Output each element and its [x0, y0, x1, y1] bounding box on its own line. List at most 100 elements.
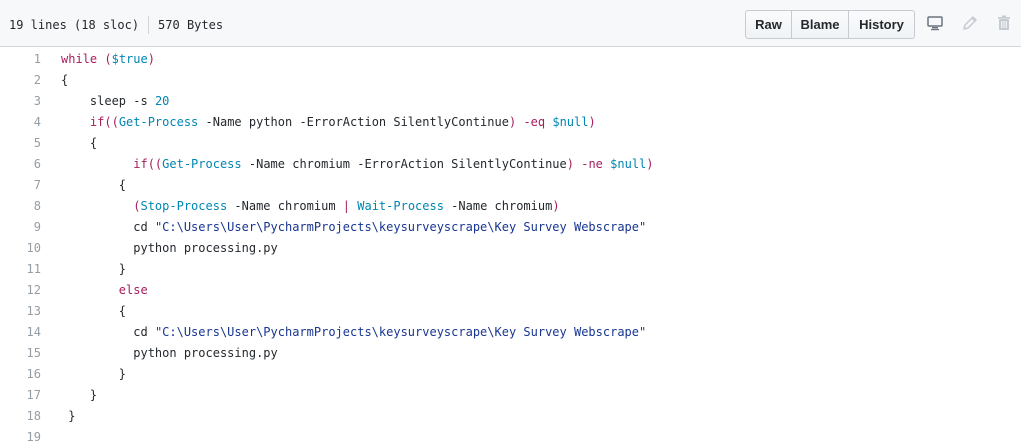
code-line: 8 (Stop-Process -Name chromium | Wait-Pr…	[0, 195, 1021, 216]
raw-button[interactable]: Raw	[746, 11, 792, 38]
code-token: if	[89, 114, 105, 129]
line-number[interactable]: 7	[0, 178, 41, 192]
code-token: {	[118, 177, 127, 192]
line-content: cd "C:\Users\User\PycharmProjects\keysur…	[61, 325, 646, 339]
code-line: 9 cd "C:\Users\User\PycharmProjects\keys…	[0, 216, 1021, 237]
code-line: 6 if((Get-Process -Name chromium -ErrorA…	[0, 153, 1021, 174]
line-number[interactable]: 18	[0, 409, 41, 423]
line-content: }	[61, 409, 75, 423]
code-view: 1 while ($true) 2{3 sleep -s 20 4 if((Get-P…	[0, 48, 1021, 447]
code-line: 1 while ($true)	[0, 48, 1021, 69]
blame-button[interactable]: Blame	[792, 11, 849, 38]
line-number[interactable]: 8	[0, 199, 41, 213]
code-line: 13 {	[0, 300, 1021, 321]
line-content: {	[61, 73, 68, 87]
code-line: 12 else	[0, 279, 1021, 300]
code-token: cd	[133, 219, 155, 234]
line-number[interactable]: 15	[0, 346, 41, 360]
file-info: 19 lines (18 sloc) 570 Bytes	[9, 16, 223, 34]
code-token: -Name python -ErrorAction SilentlyContin…	[198, 114, 509, 129]
code-token: "C:\Users\User\PycharmProjects\keysurvey…	[154, 219, 647, 234]
file-header: 19 lines (18 sloc) 570 Bytes Raw Blame H…	[0, 0, 1021, 47]
code-line: 5 {	[0, 132, 1021, 153]
line-number[interactable]: 14	[0, 325, 41, 339]
line-number[interactable]: 3	[0, 94, 41, 108]
code-token: {	[118, 303, 127, 318]
code-line: 11 }	[0, 258, 1021, 279]
code-token: )	[147, 51, 155, 66]
code-token: -Name chromium	[227, 198, 343, 213]
code-token: 20	[154, 93, 170, 108]
line-content: python processing.py	[61, 346, 278, 360]
line-number[interactable]: 2	[0, 73, 41, 87]
line-number[interactable]: 13	[0, 304, 41, 318]
code-line: 4 if((Get-Process -Name python -ErrorAct…	[0, 111, 1021, 132]
code-token: (	[104, 51, 112, 66]
code-line: 14 cd "C:\Users\User\PycharmProjects\key…	[0, 321, 1021, 342]
line-number[interactable]: 12	[0, 283, 41, 297]
code-token: while	[61, 51, 98, 66]
line-number[interactable]: 9	[0, 220, 41, 234]
line-number[interactable]: 4	[0, 115, 41, 129]
code-token: $true	[111, 51, 148, 66]
code-token: }	[118, 261, 127, 276]
code-token: Get-Process	[162, 156, 242, 171]
line-content: }	[61, 388, 97, 402]
line-content: }	[61, 367, 126, 381]
line-number[interactable]: 16	[0, 367, 41, 381]
line-content: cd "C:\Users\User\PycharmProjects\keysur…	[61, 220, 646, 234]
line-number[interactable]: 17	[0, 388, 41, 402]
code-token: {	[61, 72, 69, 87]
code-token: if	[133, 156, 148, 171]
desktop-icon[interactable]	[926, 14, 944, 32]
code-token: -Name chromium	[443, 198, 553, 213]
line-content: sleep -s 20	[61, 94, 169, 108]
code-token: }	[118, 366, 127, 381]
code-token: python processing.py	[133, 240, 278, 255]
code-token: sleep -s	[89, 93, 155, 108]
code-token: else	[118, 282, 148, 297]
code-token: Wait-Process	[357, 198, 444, 213]
code-line: 7 {	[0, 174, 1021, 195]
line-content: if((Get-Process -Name chromium -ErrorAct…	[61, 156, 653, 171]
line-content: else	[61, 283, 148, 297]
code-token: cd	[133, 324, 155, 339]
code-token: -ne	[581, 156, 603, 171]
code-token: )	[566, 156, 574, 171]
code-token: $null	[552, 114, 589, 129]
line-number[interactable]: 1	[0, 52, 41, 66]
code-line: 16 }	[0, 363, 1021, 384]
code-line: 15 python processing.py	[0, 342, 1021, 363]
line-content: if((Get-Process -Name python -ErrorActio…	[61, 115, 596, 129]
code-token: )	[588, 114, 596, 129]
line-content: {	[61, 178, 126, 192]
line-number[interactable]: 19	[0, 430, 41, 444]
line-number[interactable]: 10	[0, 241, 41, 255]
code-line: 3 sleep -s 20	[0, 90, 1021, 111]
line-number[interactable]: 11	[0, 262, 41, 276]
code-line: 19	[0, 426, 1021, 447]
code-token: }	[68, 408, 76, 423]
line-number[interactable]: 5	[0, 136, 41, 150]
code-line: 2{	[0, 69, 1021, 90]
pencil-icon[interactable]	[961, 14, 979, 32]
file-actions: Raw Blame History	[745, 10, 915, 39]
history-button[interactable]: History	[849, 11, 914, 38]
trash-icon[interactable]	[995, 14, 1013, 32]
code-token: }	[89, 387, 98, 402]
line-number[interactable]: 6	[0, 157, 41, 171]
